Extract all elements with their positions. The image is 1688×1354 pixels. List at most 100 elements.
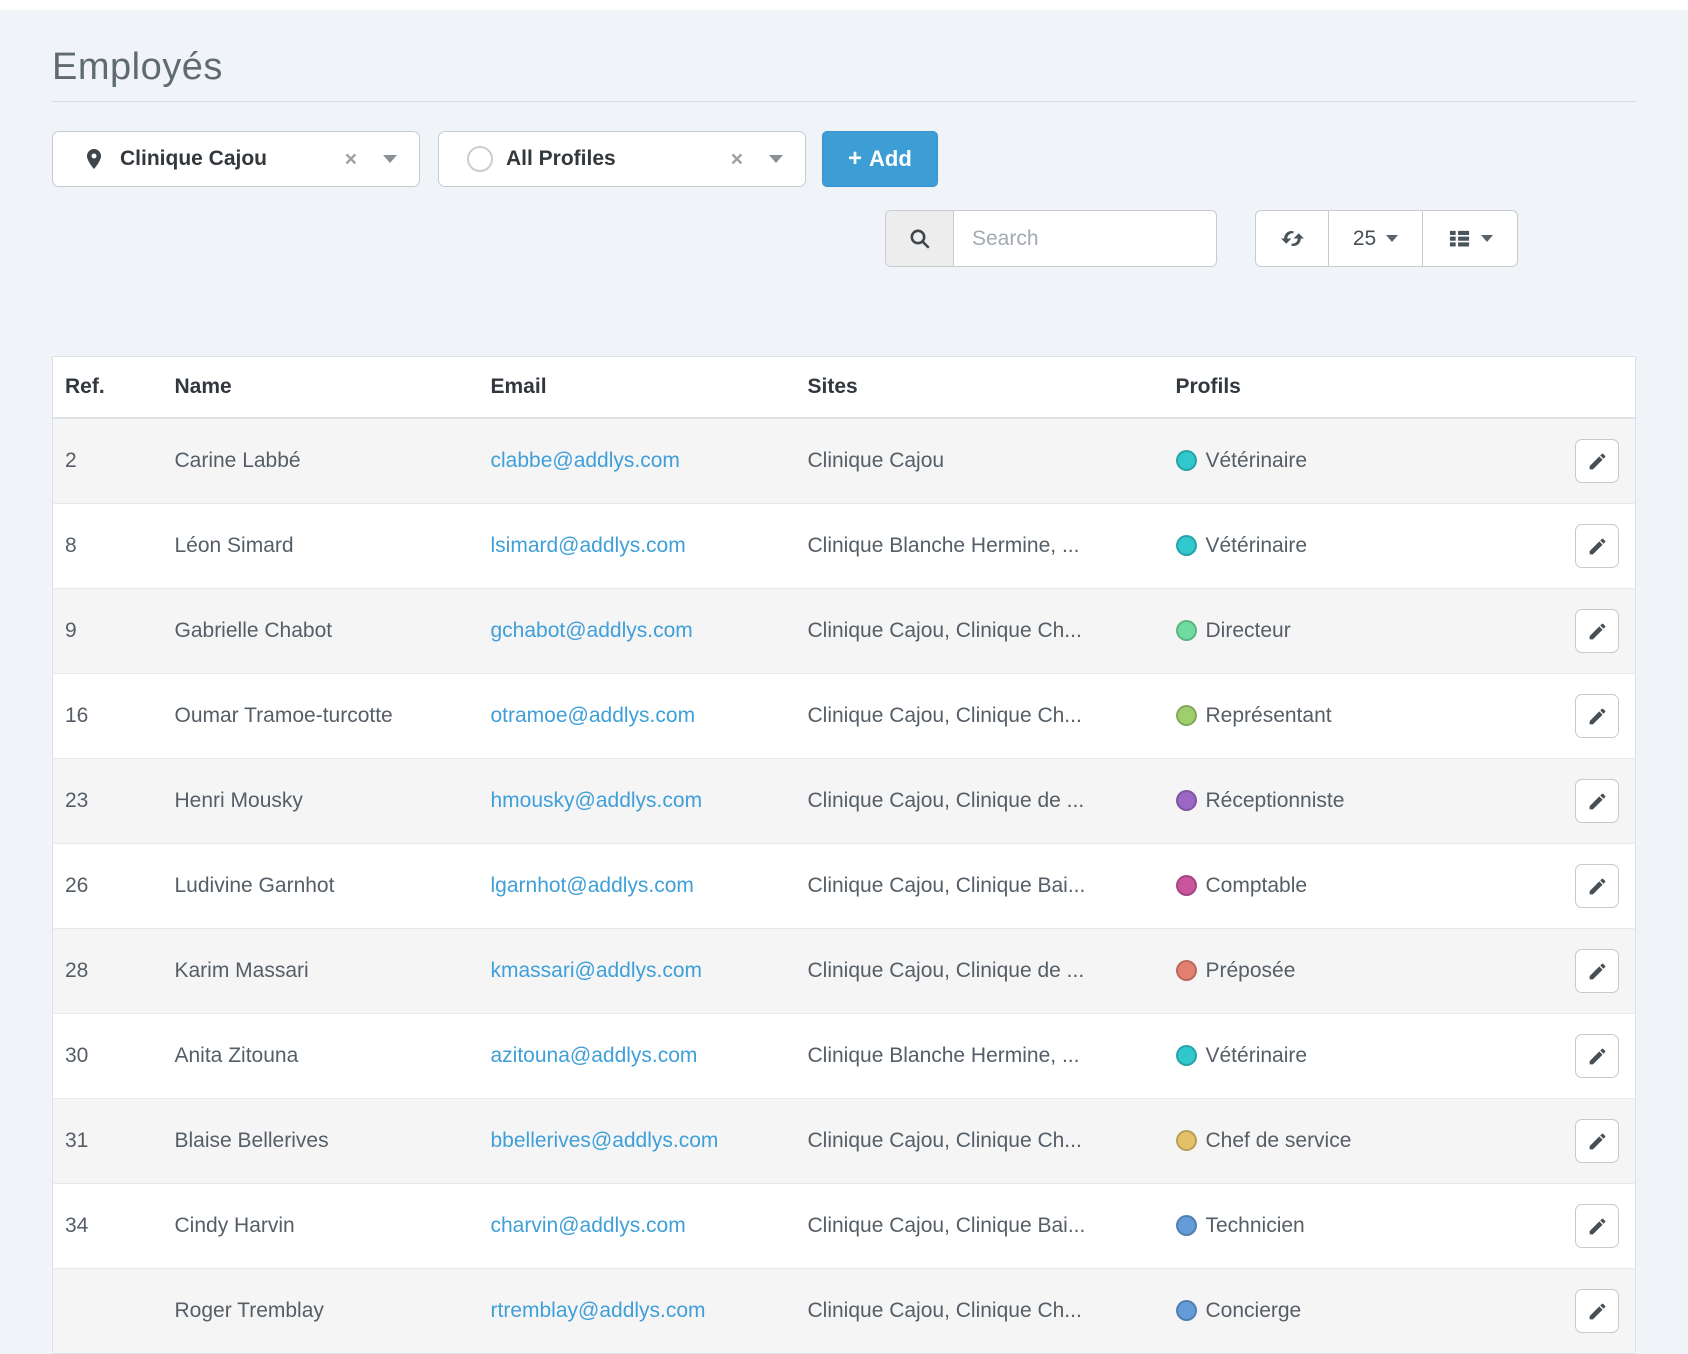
email-link[interactable]: hmousky@addlys.com: [491, 789, 703, 812]
actions-cell: [1464, 674, 1636, 759]
edit-button[interactable]: [1575, 864, 1619, 908]
column-header-name: Name: [163, 357, 479, 419]
sites-cell: Clinique Cajou, Clinique Ch...: [796, 1269, 1164, 1354]
edit-button[interactable]: [1575, 609, 1619, 653]
profile-label: Technicien: [1206, 1214, 1305, 1237]
name-cell: Carine Labbé: [163, 418, 479, 504]
profile-label: Vétérinaire: [1206, 449, 1308, 472]
profile-label: Vétérinaire: [1206, 1044, 1308, 1067]
email-cell: kmassari@addlys.com: [479, 929, 796, 1014]
ref-cell: 28: [53, 929, 163, 1014]
circle-outline-icon: [467, 146, 493, 172]
email-link[interactable]: charvin@addlys.com: [491, 1214, 686, 1237]
edit-button[interactable]: [1575, 439, 1619, 483]
email-link[interactable]: otramoe@addlys.com: [491, 704, 696, 727]
edit-button[interactable]: [1575, 694, 1619, 738]
email-cell: lgarnhot@addlys.com: [479, 844, 796, 929]
refresh-button[interactable]: [1255, 210, 1329, 267]
name-cell: Ludivine Garnhot: [163, 844, 479, 929]
ref-cell: 26: [53, 844, 163, 929]
search-icon: [886, 211, 954, 266]
sites-cell: Clinique Cajou, Clinique Ch...: [796, 674, 1164, 759]
title-divider: [52, 101, 1636, 102]
edit-button[interactable]: [1575, 1034, 1619, 1078]
page-title: Employés: [52, 46, 1636, 89]
table-row: 8 Léon Simard lsimard@addlys.com Cliniqu…: [53, 504, 1636, 589]
edit-button[interactable]: [1575, 1204, 1619, 1248]
actions-cell: [1464, 759, 1636, 844]
clear-site-filter-icon[interactable]: ×: [345, 149, 357, 170]
table-controls: 25: [1255, 210, 1518, 267]
email-link[interactable]: bbellerives@addlys.com: [491, 1129, 719, 1152]
filter-row: Clinique Cajou × All Profiles × + Add: [52, 131, 1636, 187]
sites-cell: Clinique Cajou, Clinique Bai...: [796, 844, 1164, 929]
list-columns-icon: [1448, 227, 1471, 250]
profile-color-dot: [1176, 705, 1197, 726]
profils-cell: Préposée: [1164, 929, 1464, 1014]
table-row: 16 Oumar Tramoe-turcotte otramoe@addlys.…: [53, 674, 1636, 759]
profile-label: Concierge: [1206, 1299, 1302, 1322]
actions-cell: [1464, 1014, 1636, 1099]
pencil-icon: [1587, 451, 1608, 472]
actions-cell: [1464, 504, 1636, 589]
search-input[interactable]: [954, 211, 1216, 266]
table-toolbar: 25: [52, 210, 1636, 267]
edit-button[interactable]: [1575, 1119, 1619, 1163]
profile-filter-dropdown[interactable]: All Profiles ×: [438, 131, 806, 187]
email-link[interactable]: lgarnhot@addlys.com: [491, 874, 694, 897]
site-filter-value: Clinique Cajou: [120, 147, 345, 171]
ref-cell: 8: [53, 504, 163, 589]
pencil-icon: [1587, 1301, 1608, 1322]
add-button[interactable]: + Add: [822, 131, 938, 187]
profils-cell: Représentant: [1164, 674, 1464, 759]
actions-cell: [1464, 844, 1636, 929]
add-button-label: Add: [869, 146, 912, 172]
email-link[interactable]: lsimard@addlys.com: [491, 534, 686, 557]
edit-button[interactable]: [1575, 1289, 1619, 1333]
profils-cell: Concierge: [1164, 1269, 1464, 1354]
email-link[interactable]: azitouna@addlys.com: [491, 1044, 698, 1067]
sites-cell: Clinique Cajou, Clinique Bai...: [796, 1184, 1164, 1269]
name-cell: Oumar Tramoe-turcotte: [163, 674, 479, 759]
sites-cell: Clinique Cajou, Clinique Ch...: [796, 589, 1164, 674]
edit-button[interactable]: [1575, 949, 1619, 993]
refresh-icon: [1280, 226, 1305, 251]
table-row: 2 Carine Labbé clabbe@addlys.com Cliniqu…: [53, 418, 1636, 504]
email-cell: lsimard@addlys.com: [479, 504, 796, 589]
name-cell: Léon Simard: [163, 504, 479, 589]
profile-color-dot: [1176, 535, 1197, 556]
sites-cell: Clinique Blanche Hermine, ...: [796, 504, 1164, 589]
page-size-value: 25: [1353, 227, 1376, 251]
profils-cell: Vétérinaire: [1164, 504, 1464, 589]
sites-cell: Clinique Cajou, Clinique Ch...: [796, 1099, 1164, 1184]
email-link[interactable]: kmassari@addlys.com: [491, 959, 703, 982]
profils-cell: Technicien: [1164, 1184, 1464, 1269]
pencil-icon: [1587, 791, 1608, 812]
name-cell: Roger Tremblay: [163, 1269, 479, 1354]
actions-cell: [1464, 929, 1636, 1014]
sites-cell: Clinique Cajou, Clinique de ...: [796, 759, 1164, 844]
page-size-dropdown[interactable]: 25: [1328, 210, 1423, 267]
clear-profile-filter-icon[interactable]: ×: [731, 149, 743, 170]
profils-cell: Vétérinaire: [1164, 1014, 1464, 1099]
edit-button[interactable]: [1575, 524, 1619, 568]
profile-label: Chef de service: [1206, 1129, 1352, 1152]
profile-color-dot: [1176, 1300, 1197, 1321]
chevron-down-icon: [1481, 235, 1493, 242]
email-link[interactable]: gchabot@addlys.com: [491, 619, 693, 642]
profile-label: Préposée: [1206, 959, 1296, 982]
table-row: 26 Ludivine Garnhot lgarnhot@addlys.com …: [53, 844, 1636, 929]
ref-cell: 34: [53, 1184, 163, 1269]
columns-dropdown[interactable]: [1422, 210, 1518, 267]
site-filter-dropdown[interactable]: Clinique Cajou ×: [52, 131, 420, 187]
email-link[interactable]: rtremblay@addlys.com: [491, 1299, 706, 1322]
actions-cell: [1464, 1184, 1636, 1269]
ref-cell: 9: [53, 589, 163, 674]
profile-color-dot: [1176, 875, 1197, 896]
email-cell: otramoe@addlys.com: [479, 674, 796, 759]
plus-icon: +: [848, 147, 862, 171]
email-link[interactable]: clabbe@addlys.com: [491, 449, 680, 472]
ref-cell: 16: [53, 674, 163, 759]
edit-button[interactable]: [1575, 779, 1619, 823]
ref-cell: 31: [53, 1099, 163, 1184]
